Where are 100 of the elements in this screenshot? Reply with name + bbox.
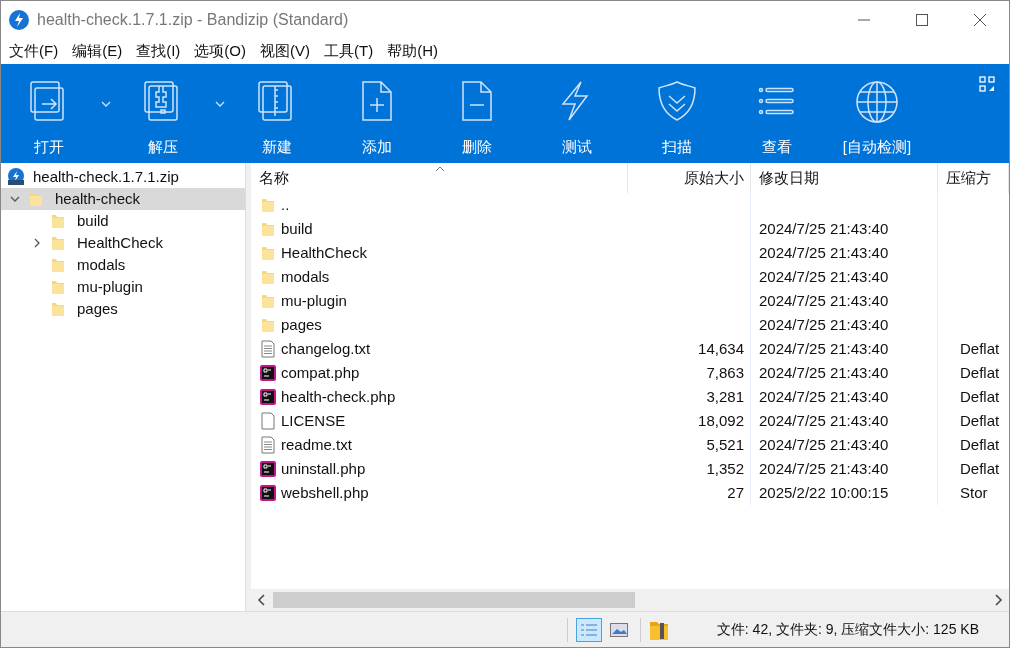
tree-item[interactable]: HealthCheck: [1, 232, 245, 254]
tree-item[interactable]: build: [1, 210, 245, 232]
file-row[interactable]: mu-plugin 2024/7/25 21:43:40: [251, 289, 1009, 313]
toolbar-button[interactable]: 查看: [737, 64, 817, 163]
column-header[interactable]: 压缩方: [938, 163, 1009, 193]
list-icon: [579, 622, 598, 637]
date-cell-text: 2024/7/25 21:43:40: [759, 218, 889, 239]
php-file-icon: [259, 460, 277, 478]
folder-icon: [51, 213, 65, 229]
maximize-icon: [916, 14, 928, 26]
column-header[interactable]: 修改日期: [751, 163, 938, 193]
folder-icon: [51, 257, 65, 273]
folder-icon: [261, 317, 275, 333]
size-cell-text: 27: [727, 482, 744, 503]
toolbar-button[interactable]: 新建: [237, 64, 317, 163]
size-cell-text: 5,521: [706, 434, 744, 455]
file-name: webshell.php: [281, 482, 369, 503]
shield-icon: [655, 80, 699, 124]
details-view-button[interactable]: [575, 617, 602, 642]
image-icon: [609, 622, 628, 637]
menu-item[interactable]: 视图(V): [260, 40, 310, 63]
file-row[interactable]: health-check.php 3,281 2024/7/25 21:43:40 Deflat: [251, 385, 1009, 409]
file-row[interactable]: ..: [251, 193, 1009, 217]
method-cell-text: Deflat: [960, 434, 1000, 455]
globe-icon: [855, 80, 899, 124]
file-name: HealthCheck: [281, 242, 367, 263]
method-cell-text: Deflat: [960, 362, 1000, 383]
method-cell-text: Deflat: [960, 410, 1000, 431]
window-title: health-check.1.7.1.zip - Bandizip (Standard): [37, 10, 349, 30]
file-name: ..: [281, 194, 290, 215]
toolbar-button[interactable]: [自动检测]: [837, 64, 917, 163]
size-cell-text: 14,634: [698, 338, 744, 359]
file-name: mu-plugin: [281, 290, 347, 311]
caret-down-icon: [215, 101, 225, 107]
menu-item[interactable]: 查找(I): [136, 40, 181, 63]
file-name: modals: [281, 266, 330, 287]
chevron-down-icon[interactable]: [10, 194, 20, 204]
date-cell-text: 2024/7/25 21:43:40: [759, 242, 889, 263]
toolbar-button[interactable]: 测试: [537, 64, 617, 163]
chevron-right-icon[interactable]: [32, 238, 42, 248]
php-file-icon: [259, 484, 277, 502]
horizontal-scrollbar[interactable]: [251, 589, 1009, 611]
app-logo-icon: [9, 10, 29, 30]
file-row[interactable]: modals 2024/7/25 21:43:40: [251, 265, 1009, 289]
method-cell-text: Deflat: [960, 386, 1000, 407]
folder-icon: [51, 301, 65, 317]
tree-item[interactable]: pages: [1, 298, 245, 320]
folder-icon: [261, 245, 275, 261]
size-cell-text: 1,352: [706, 458, 744, 479]
tree-item[interactable]: health-check.1.7.1.zip: [1, 166, 245, 188]
folder-icon: [261, 293, 275, 309]
toolbar-button[interactable]: 打开: [9, 64, 89, 163]
file-name: LICENSE: [281, 410, 346, 431]
method-cell-text: Stor: [960, 482, 988, 503]
file-name: changelog.txt: [281, 338, 371, 359]
file-row[interactable]: HealthCheck 2024/7/25 21:43:40: [251, 241, 1009, 265]
file-row[interactable]: LICENSE 18,092 2024/7/25 21:43:40 Deflat: [251, 409, 1009, 433]
status-text: 文件: 42, 文件夹: 9, 压缩文件大小: 125 KB: [716, 620, 979, 639]
tree-item[interactable]: mu-plugin: [1, 276, 245, 298]
text-file-icon: [260, 340, 276, 358]
file-row[interactable]: compat.php 7,863 2024/7/25 21:43:40 Deflat: [251, 361, 1009, 385]
folder-icon: [51, 235, 65, 251]
toolbar-button[interactable]: 添加: [337, 64, 417, 163]
file-row[interactable]: changelog.txt 14,634 2024/7/25 21:43:40 Deflat: [251, 337, 1009, 361]
size-cell-text: 3,281: [706, 386, 744, 407]
file-name: compat.php: [281, 362, 360, 383]
size-cell-text: 18,092: [698, 410, 744, 431]
date-cell-text: 2024/7/25 21:43:40: [759, 314, 889, 335]
tree-item[interactable]: modals: [1, 254, 245, 276]
caret-down-icon: [101, 101, 111, 107]
layout-icon[interactable]: [979, 76, 995, 92]
toolbar-button[interactable]: 删除: [437, 64, 517, 163]
file-name: readme.txt: [281, 434, 352, 455]
date-cell-text: 2024/7/25 21:43:40: [759, 386, 889, 407]
menu-item[interactable]: 编辑(E): [72, 40, 123, 63]
folder-icon: [261, 197, 275, 213]
column-header[interactable]: 名称: [251, 163, 628, 193]
php-file-icon: [259, 364, 277, 382]
menu-item[interactable]: 帮助(H): [387, 40, 438, 63]
date-cell-text: 2024/7/25 21:43:40: [759, 410, 889, 431]
method-cell-text: Deflat: [960, 338, 1000, 359]
file-row[interactable]: pages 2024/7/25 21:43:40: [251, 313, 1009, 337]
file-row[interactable]: uninstall.php 1,352 2024/7/25 21:43:40 Deflat: [251, 457, 1009, 481]
toolbar-button[interactable]: 扫描: [637, 64, 717, 163]
scrollbar-thumb[interactable]: [273, 592, 635, 608]
column-header[interactable]: 原始大小: [628, 163, 751, 193]
toolbar-button[interactable]: 解压: [123, 64, 203, 163]
file-row[interactable]: webshell.php 27 2025/2/22 10:00:15 Stor: [251, 481, 1009, 505]
date-cell-text: 2024/7/25 21:43:40: [759, 434, 889, 455]
folder-icon: [261, 269, 275, 285]
method-cell-text: Deflat: [960, 458, 1000, 479]
menu-item[interactable]: 选项(O): [194, 40, 246, 63]
menu-item[interactable]: 文件(F): [9, 40, 59, 63]
file-name: uninstall.php: [281, 458, 366, 479]
file-row[interactable]: readme.txt 5,521 2024/7/25 21:43:40 Deflat: [251, 433, 1009, 457]
tree-item[interactable]: health-check: [1, 188, 245, 210]
menu-item[interactable]: 工具(T): [324, 40, 374, 63]
date-cell-text: 2024/7/25 21:43:40: [759, 266, 889, 287]
date-cell-text: 2024/7/25 21:43:40: [759, 290, 889, 311]
file-row[interactable]: build 2024/7/25 21:43:40: [251, 217, 1009, 241]
